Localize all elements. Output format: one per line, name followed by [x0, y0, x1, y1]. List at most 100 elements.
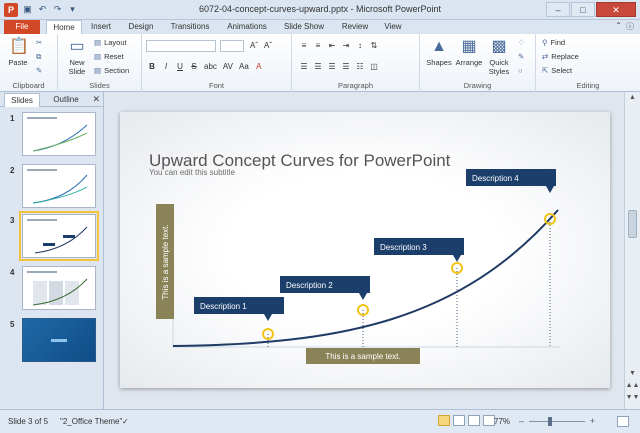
tab-slide-show[interactable]: Slide Show — [280, 20, 328, 34]
scroll-down-icon[interactable]: ▼ — [625, 370, 640, 377]
strikethrough-button[interactable]: S — [190, 62, 198, 71]
zoom-knob[interactable] — [548, 417, 552, 426]
effects-icon: ○ — [518, 66, 523, 75]
change-case-button[interactable]: Aa — [239, 62, 249, 71]
thumbnail-curves — [34, 226, 88, 254]
slide-sorter-button[interactable] — [453, 415, 465, 426]
paste-button[interactable]: 📋 Paste — [6, 38, 30, 67]
new-slide-icon: ▭ — [69, 38, 85, 55]
vertical-scrollbar[interactable]: ▲ ▼ ▲▲ ▼▼ — [624, 92, 640, 409]
font-group: Aˆ Aˇ B I U S abc AV Aa A Font — [142, 34, 292, 92]
normal-view-button[interactable] — [438, 415, 450, 426]
underline-button[interactable]: U — [176, 62, 184, 71]
tab-outline[interactable]: Outline — [46, 93, 86, 107]
thumbnail-title-line — [27, 219, 57, 221]
brush-icon: ✎ — [36, 66, 43, 75]
fit-to-window-button[interactable] — [617, 416, 629, 427]
find-button[interactable]: ⚲ Find — [542, 38, 565, 47]
quick-styles-button[interactable]: ▩ Quick Styles — [484, 38, 514, 76]
tab-review[interactable]: Review — [338, 20, 372, 34]
slide-canvas[interactable]: Upward Concept Curves for PowerPoint You… — [120, 112, 610, 388]
tab-home[interactable]: Home — [46, 20, 82, 34]
replace-button[interactable]: ⇄ Replace — [542, 52, 579, 61]
spell-check-icon[interactable]: ✓ — [122, 417, 129, 426]
slide-thumbnail[interactable] — [22, 112, 96, 156]
font-size-select[interactable] — [220, 40, 244, 52]
grow-font-icon[interactable]: Aˆ — [250, 41, 258, 50]
tab-view[interactable]: View — [380, 20, 406, 34]
character-spacing-button[interactable]: AV — [223, 62, 233, 71]
text-direction-icon[interactable]: ⇅ — [370, 41, 378, 50]
shape-effects-button[interactable]: ○ — [518, 66, 526, 75]
pen-icon: ✎ — [518, 52, 525, 61]
slide-thumbnail-row[interactable]: 2 — [0, 164, 104, 212]
ribbon-controls: ⌃ ⓘ — [615, 21, 634, 32]
slides-pane: Slides Outline ✕ 1 2 3 4 5 — [0, 92, 104, 409]
callout-pointer-4 — [546, 186, 554, 193]
zoom-level[interactable]: 77% — [494, 417, 510, 426]
slide-thumbnail-row[interactable]: 5 — [0, 318, 104, 366]
align-right-icon[interactable]: ☰ — [328, 62, 336, 71]
zoom-slider[interactable]: – + — [519, 416, 595, 427]
slide-thumbnail-row[interactable]: 1 — [0, 112, 104, 160]
zoom-in-icon[interactable]: + — [590, 416, 595, 426]
slide-editing-area: Upward Concept Curves for PowerPoint You… — [104, 92, 624, 409]
help-icon[interactable]: ⓘ — [626, 21, 634, 32]
scrollbar-thumb[interactable] — [628, 210, 637, 238]
previous-slide-icon[interactable]: ▲▲ — [625, 382, 640, 389]
tab-file[interactable]: File — [4, 20, 40, 34]
bold-button[interactable]: B — [148, 62, 156, 71]
reset-button[interactable]: ▤ Reset — [94, 52, 124, 61]
slide-thumbnail-selected[interactable] — [19, 211, 99, 261]
select-button[interactable]: ⇱ Select — [542, 66, 572, 75]
shadow-button[interactable]: abc — [204, 62, 217, 71]
tab-transitions[interactable]: Transitions — [166, 20, 214, 34]
numbering-icon[interactable]: ≡ — [314, 41, 322, 50]
format-painter-button[interactable]: ✎ — [36, 66, 45, 75]
justify-icon[interactable]: ☰ — [342, 62, 350, 71]
section-button[interactable]: ▤ Section — [94, 66, 129, 75]
maximize-button[interactable]: □ — [571, 2, 595, 17]
slide-thumbnail-row[interactable]: 4 — [0, 266, 104, 314]
reading-view-button[interactable] — [468, 415, 480, 426]
minimize-button[interactable]: – — [546, 2, 570, 17]
arrange-icon: ▦ — [461, 38, 477, 55]
new-slide-button[interactable]: ▭ New Slide — [64, 38, 90, 76]
italic-button[interactable]: I — [162, 62, 170, 71]
layout-button[interactable]: ▤ Layout — [94, 38, 127, 47]
align-left-icon[interactable]: ☰ — [300, 62, 308, 71]
tab-design[interactable]: Design — [124, 20, 158, 34]
font-family-select[interactable] — [146, 40, 216, 52]
tab-slides[interactable]: Slides — [4, 93, 40, 107]
minimize-ribbon-icon[interactable]: ⌃ — [615, 21, 622, 32]
tab-animations[interactable]: Animations — [222, 20, 272, 34]
reset-icon: ▤ — [94, 52, 102, 61]
decrease-indent-icon[interactable]: ⇤ — [328, 41, 336, 50]
bullets-icon[interactable]: ≡ — [300, 41, 308, 50]
slide-thumbnail-row[interactable]: 3 — [0, 211, 104, 262]
smartart-icon[interactable]: ◫ — [370, 62, 378, 71]
columns-icon[interactable]: ☷ — [356, 62, 364, 71]
increase-indent-icon[interactable]: ⇥ — [342, 41, 350, 50]
slide-thumbnail[interactable] — [22, 266, 96, 310]
shape-outline-button[interactable]: ✎ — [518, 52, 527, 61]
shrink-font-icon[interactable]: Aˇ — [264, 41, 272, 50]
close-button[interactable]: ✕ — [596, 2, 636, 17]
slide-thumbnail[interactable] — [22, 164, 96, 208]
zoom-out-icon[interactable]: – — [519, 416, 524, 426]
tab-insert[interactable]: Insert — [86, 20, 116, 34]
cut-button[interactable]: ✂ — [36, 38, 45, 47]
align-center-icon[interactable]: ☰ — [314, 62, 322, 71]
thumbnail-title-line — [27, 117, 57, 119]
next-slide-icon[interactable]: ▼▼ — [625, 394, 640, 401]
close-pane-icon[interactable]: ✕ — [92, 94, 100, 105]
font-color-button[interactable]: A — [255, 62, 263, 71]
arrange-button[interactable]: ▦ Arrange — [454, 38, 484, 67]
slide-thumbnail[interactable] — [22, 318, 96, 362]
shapes-button[interactable]: ▲ Shapes — [424, 38, 454, 67]
new-slide-label: New Slide — [68, 58, 86, 76]
scroll-up-icon[interactable]: ▲ — [625, 94, 640, 101]
shape-fill-button[interactable]: ♢ — [518, 38, 528, 47]
copy-button[interactable]: ⧉ — [36, 52, 44, 62]
line-spacing-icon[interactable]: ↕ — [356, 41, 364, 50]
